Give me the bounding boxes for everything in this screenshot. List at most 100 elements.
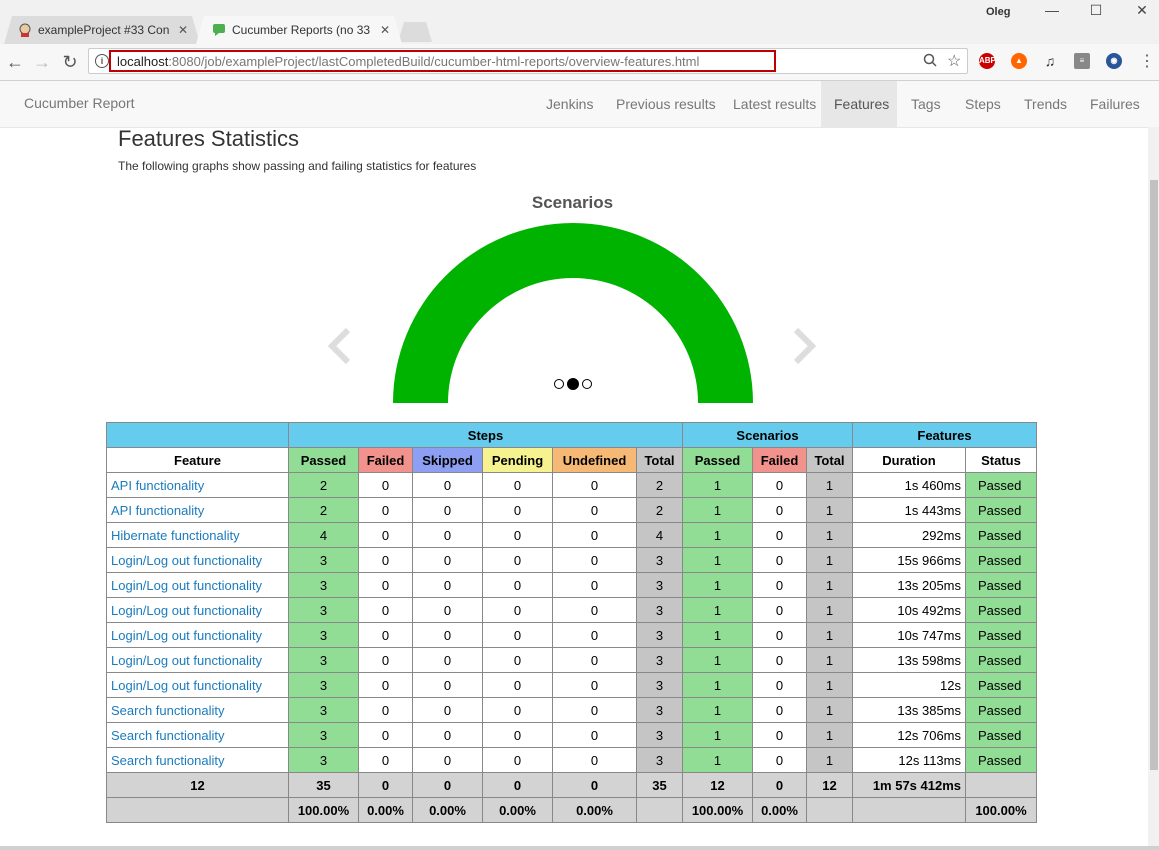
group-header-scenarios: Scenarios bbox=[682, 422, 853, 448]
horizontal-scrollbar[interactable] bbox=[0, 846, 1159, 850]
col-steps-total[interactable]: Total bbox=[636, 447, 683, 473]
col-steps-undefined[interactable]: Undefined bbox=[552, 447, 637, 473]
col-steps-skipped[interactable]: Skipped bbox=[412, 447, 483, 473]
scenarios-total: 1 bbox=[806, 472, 853, 498]
col-steps-passed[interactable]: Passed bbox=[288, 447, 359, 473]
info-icon[interactable]: i bbox=[95, 54, 109, 68]
scenarios-failed: 0 bbox=[752, 522, 807, 548]
col-scenarios-passed[interactable]: Passed bbox=[682, 447, 753, 473]
reload-icon[interactable]: ↻ bbox=[60, 52, 80, 72]
browser-toolbar: ← → ↻ i localhost:8080/job/exampleProjec… bbox=[0, 44, 1159, 81]
feature-link[interactable]: Login/Log out functionality bbox=[111, 653, 262, 668]
carousel-indicator[interactable] bbox=[554, 379, 564, 389]
table-row: API functionality 2 0 0 0 0 2 1 0 1 1s 460ms Passed bbox=[106, 472, 1037, 498]
profile-name[interactable]: Oleg bbox=[986, 6, 1010, 18]
steps-pending: 0 bbox=[482, 597, 553, 623]
minimize-icon[interactable]: — bbox=[1037, 2, 1067, 18]
brand[interactable]: Cucumber Report bbox=[24, 95, 135, 111]
scenarios-passed: 1 bbox=[682, 472, 753, 498]
steps-failed: 0 bbox=[358, 747, 413, 773]
nav-trends[interactable]: Trends bbox=[1011, 81, 1080, 127]
address-bar[interactable]: i localhost:8080/job/exampleProject/last… bbox=[88, 48, 968, 74]
menu-icon[interactable]: ⋮ bbox=[1137, 52, 1157, 72]
steps-total: 3 bbox=[636, 622, 683, 648]
zoom-icon[interactable] bbox=[923, 53, 937, 70]
steps-failed: 0 bbox=[358, 622, 413, 648]
group-header-steps: Steps bbox=[288, 422, 683, 448]
col-steps-failed[interactable]: Failed bbox=[358, 447, 413, 473]
status: Passed bbox=[965, 722, 1037, 748]
close-window-icon[interactable]: ✕ bbox=[1127, 2, 1157, 19]
feature-link[interactable]: Login/Log out functionality bbox=[111, 628, 262, 643]
col-scenarios-failed[interactable]: Failed bbox=[752, 447, 807, 473]
duration: 13s 598ms bbox=[852, 647, 966, 673]
col-feature[interactable]: Feature bbox=[106, 447, 289, 473]
nav-jenkins[interactable]: Jenkins bbox=[533, 81, 606, 127]
url-text[interactable]: localhost:8080/job/exampleProject/lastCo… bbox=[117, 54, 699, 69]
new-tab-button[interactable] bbox=[398, 22, 432, 42]
feature-link[interactable]: Search functionality bbox=[111, 753, 224, 768]
col-status[interactable]: Status bbox=[965, 447, 1037, 473]
total-steps-skipped: 0 bbox=[412, 772, 483, 798]
jenkins-icon bbox=[18, 23, 32, 37]
steps-skipped: 0 bbox=[412, 572, 483, 598]
steps-undefined: 0 bbox=[552, 622, 637, 648]
total-scenarios-passed: 12 bbox=[682, 772, 753, 798]
nav-tags[interactable]: Tags bbox=[898, 81, 954, 127]
pct-scenarios-passed: 100.00% bbox=[682, 797, 753, 823]
nav-steps[interactable]: Steps bbox=[952, 81, 1014, 127]
close-icon[interactable]: ✕ bbox=[178, 23, 188, 37]
pct-steps-pending: 0.00% bbox=[482, 797, 553, 823]
feature-link[interactable]: Login/Log out functionality bbox=[111, 678, 262, 693]
carousel-next-icon[interactable] bbox=[790, 326, 818, 375]
steps-failed: 0 bbox=[358, 497, 413, 523]
carousel-indicator-active[interactable] bbox=[567, 378, 579, 390]
steps-skipped: 0 bbox=[412, 522, 483, 548]
feature-name: Login/Log out functionality bbox=[106, 622, 289, 648]
carousel-prev-icon[interactable] bbox=[326, 326, 354, 375]
feature-link[interactable]: Search functionality bbox=[111, 703, 224, 718]
close-icon[interactable]: ✕ bbox=[380, 23, 390, 37]
feature-link[interactable]: Login/Log out functionality bbox=[111, 603, 262, 618]
feature-name: Login/Log out functionality bbox=[106, 647, 289, 673]
fire-icon[interactable]: ▲ bbox=[1011, 53, 1027, 69]
tab-exampleproject[interactable]: exampleProject #33 Con ✕ bbox=[4, 16, 200, 44]
nav-previous-results[interactable]: Previous results bbox=[603, 81, 729, 127]
star-icon[interactable]: ☆ bbox=[947, 51, 961, 71]
nav-failures[interactable]: Failures bbox=[1077, 81, 1153, 127]
col-scenarios-total[interactable]: Total bbox=[806, 447, 853, 473]
tab-cucumber-reports[interactable]: Cucumber Reports (no 33 ✕ bbox=[196, 16, 402, 44]
status: Passed bbox=[965, 472, 1037, 498]
gauge-slice-passed[interactable] bbox=[393, 223, 753, 403]
steps-pending: 0 bbox=[482, 497, 553, 523]
feature-link[interactable]: Login/Log out functionality bbox=[111, 553, 262, 568]
cast-icon[interactable]: ≡ bbox=[1074, 53, 1090, 69]
back-icon[interactable]: ← bbox=[5, 52, 25, 72]
feature-link[interactable]: Search functionality bbox=[111, 728, 224, 743]
steps-undefined: 0 bbox=[552, 572, 637, 598]
feature-name: Search functionality bbox=[106, 722, 289, 748]
adblock-icon[interactable]: ABP bbox=[979, 53, 996, 69]
feature-name: Search functionality bbox=[106, 747, 289, 773]
feature-name: Login/Log out functionality bbox=[106, 672, 289, 698]
carousel-indicator[interactable] bbox=[582, 379, 592, 389]
scrollbar-thumb[interactable] bbox=[1150, 180, 1158, 770]
steps-passed: 3 bbox=[288, 672, 359, 698]
maximize-icon[interactable]: ☐ bbox=[1081, 2, 1111, 19]
music-icon[interactable]: ♫ bbox=[1042, 53, 1058, 69]
group-header-features: Features bbox=[852, 422, 1037, 448]
feature-link[interactable]: API functionality bbox=[111, 478, 204, 493]
duration: 12s 706ms bbox=[852, 722, 966, 748]
nav-features[interactable]: Features bbox=[821, 81, 897, 127]
feature-link[interactable]: API functionality bbox=[111, 503, 204, 518]
scenarios-failed: 0 bbox=[752, 622, 807, 648]
forward-icon[interactable]: → bbox=[32, 52, 52, 72]
pct-steps-skipped: 0.00% bbox=[412, 797, 483, 823]
col-steps-pending[interactable]: Pending bbox=[482, 447, 553, 473]
nav-latest-results[interactable]: Latest results bbox=[720, 81, 829, 127]
steps-passed: 2 bbox=[288, 472, 359, 498]
extension-icon[interactable]: ◉ bbox=[1106, 53, 1122, 69]
feature-link[interactable]: Login/Log out functionality bbox=[111, 578, 262, 593]
col-duration[interactable]: Duration bbox=[852, 447, 966, 473]
feature-link[interactable]: Hibernate functionality bbox=[111, 528, 240, 543]
